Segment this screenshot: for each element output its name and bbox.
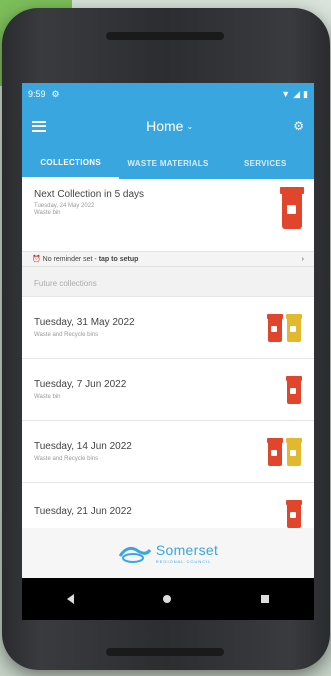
chevron-down-icon: ⌄ [186, 121, 194, 131]
gear-icon[interactable]: ⚙ [293, 119, 304, 133]
app-screen: 9:59 ⚙ ▼ ◢ ▮ Home ⌄ ⚙ COLLECTIONS WASTE … [22, 83, 314, 620]
collection-bins-desc: Waste and Recycle bins [34, 332, 99, 338]
app-toolbar: Home ⌄ ⚙ [22, 105, 314, 147]
logo-subtext: REGIONAL COUNCIL [155, 559, 212, 564]
collection-date: Tuesday, 31 May 2022 [34, 317, 135, 328]
waste-bin-icon [286, 499, 302, 528]
home-icon[interactable] [163, 595, 172, 603]
reminder-action: tap to setup [98, 256, 139, 263]
tab-collections[interactable]: COLLECTIONS [22, 147, 120, 179]
collection-row[interactable]: Tuesday, 31 May 2022 Waste and Recycle bi… [22, 296, 314, 358]
future-collections-header: Future collections [34, 279, 97, 288]
footer-logo: Somerset REGIONAL COUNCIL [22, 528, 314, 578]
collection-date: Tuesday, 14 Jun 2022 [34, 441, 132, 452]
bin-icons [267, 313, 302, 342]
collection-date: Tuesday, 7 Jun 2022 [34, 379, 127, 390]
tab-waste-materials[interactable]: WASTE MATERIALS [119, 147, 216, 179]
page-title-text: Home [146, 118, 184, 134]
collection-bins-desc: Waste and Recycle bins [34, 456, 99, 462]
collection-text: Tuesday, 14 Jun 2022 Waste and Recycle bi… [34, 441, 132, 462]
collection-list: Tuesday, 31 May 2022 Waste and Recycle bi… [22, 296, 314, 544]
collection-text: Tuesday, 7 Jun 2022 Waste bin [34, 379, 126, 400]
battery-icon: ▮ [303, 88, 308, 99]
tab-services[interactable]: SERVICES [217, 147, 314, 179]
collection-row[interactable]: Tuesday, 7 Jun 2022 Waste bin [22, 358, 314, 420]
top-speaker [106, 32, 224, 40]
waste-bin-icon [267, 437, 283, 466]
recent-apps-icon[interactable] [261, 595, 270, 603]
status-bar: 9:59 ⚙ ▼ ◢ ▮ [22, 83, 314, 105]
signal-icon: ◢ [293, 88, 301, 99]
collection-text: Tuesday, 21 Jun 2022 [34, 506, 132, 521]
status-time: 9:59 [28, 89, 46, 99]
bin-icons [267, 437, 302, 466]
collection-bins-desc: Waste bin [34, 394, 61, 400]
logo-text: Somerset [155, 542, 219, 558]
menu-icon[interactable] [32, 120, 46, 132]
recycle-bin-icon [286, 313, 302, 342]
tab-bar: COLLECTIONS WASTE MATERIALS SERVICES [22, 147, 314, 179]
recycle-bin-icon [286, 437, 302, 466]
waste-bin-icon [286, 375, 302, 404]
collection-row[interactable]: Tuesday, 14 Jun 2022 Waste and Recycle bi… [22, 420, 314, 482]
alarm-icon: ⏰ [32, 256, 41, 263]
reminder-text: No reminder set - [42, 256, 99, 263]
settings-status-icon: ⚙ [51, 88, 60, 99]
bin-icons [286, 499, 302, 528]
bin-icons [286, 375, 302, 404]
waste-bin-icon [267, 313, 283, 342]
collection-date: Tuesday, 21 Jun 2022 [34, 506, 132, 517]
next-collection-type: Waste bin [34, 210, 61, 216]
collection-text: Tuesday, 31 May 2022 Waste and Recycle bi… [34, 317, 135, 338]
chevron-right-icon: › [301, 255, 304, 263]
wifi-icon: ▼ [281, 89, 291, 99]
page-title[interactable]: Home ⌄ [146, 118, 193, 134]
phone-frame: 9:59 ⚙ ▼ ◢ ▮ Home ⌄ ⚙ COLLECTIONS WASTE … [2, 8, 330, 670]
next-collection-title: Next Collection in 5 days [34, 189, 145, 200]
bottom-speaker [106, 648, 224, 656]
next-collection-date: Tuesday, 24 May 2022 [34, 203, 95, 209]
back-icon[interactable] [66, 594, 74, 604]
council-logo-icon [118, 546, 152, 563]
next-collection-card[interactable]: Next Collection in 5 days Tuesday, 24 Ma… [22, 179, 314, 251]
waste-bin-icon [280, 187, 304, 229]
reminder-bar[interactable]: ⏰ No reminder set - tap to setup › [22, 251, 314, 267]
android-navbar [22, 578, 314, 620]
